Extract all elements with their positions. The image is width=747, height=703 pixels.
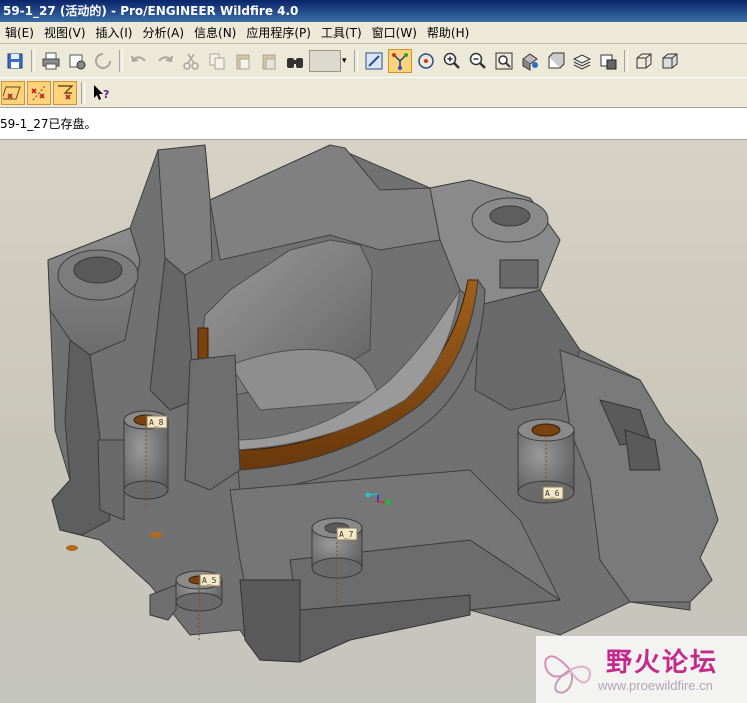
undo-icon[interactable] xyxy=(127,49,151,73)
main-toolbar: ▾ xyxy=(0,44,747,78)
axis-tag-a7: A_7 xyxy=(339,530,354,539)
menu-applications[interactable]: 应用程序(P) xyxy=(241,24,316,41)
orient-icon[interactable] xyxy=(414,49,438,73)
watermark: 野火论坛 www.proewildfire.cn xyxy=(536,636,747,703)
select-box[interactable] xyxy=(309,49,341,72)
find-icon[interactable] xyxy=(283,49,307,73)
3d-model-view[interactable]: A_8 A_6 A_7 A_5 xyxy=(0,140,747,703)
paste-special-icon[interactable] xyxy=(257,49,281,73)
refit-icon[interactable] xyxy=(492,49,516,73)
layers-icon[interactable] xyxy=(570,49,594,73)
svg-text:?: ? xyxy=(103,88,109,101)
spin-center-icon[interactable] xyxy=(387,48,412,73)
boss-a6[interactable]: A_6 xyxy=(517,418,575,505)
repaint-icon[interactable] xyxy=(362,49,386,73)
axis-tag-a6: A_6 xyxy=(545,489,560,498)
view-manager-icon[interactable] xyxy=(518,49,542,73)
saved-views-icon[interactable] xyxy=(544,49,568,73)
part-body[interactable] xyxy=(47,144,719,663)
butterfly-logo-icon xyxy=(544,655,591,694)
datum-planes-icon[interactable] xyxy=(1,80,25,105)
copy-icon[interactable] xyxy=(205,49,229,73)
axis-tag-a5: A_5 xyxy=(202,576,217,585)
menu-window[interactable]: 窗口(W) xyxy=(367,24,422,41)
refresh-icon[interactable] xyxy=(91,49,115,73)
menu-bar: 辑(E) 视图(V) 插入(I) 分析(A) 信息(N) 应用程序(P) 工具(… xyxy=(0,22,747,44)
toolbar-separator xyxy=(81,81,85,104)
paste-icon[interactable] xyxy=(231,49,255,73)
axis-tag-a8: A_8 xyxy=(149,418,164,427)
menu-analysis[interactable]: 分析(A) xyxy=(137,24,189,41)
model-display-icon[interactable] xyxy=(596,49,620,73)
menu-edit[interactable]: 辑(E) xyxy=(0,24,39,41)
toolbar-separator xyxy=(353,49,358,72)
zoom-in-icon[interactable] xyxy=(440,49,464,73)
send-icon[interactable] xyxy=(65,49,89,73)
menu-help[interactable]: 帮助(H) xyxy=(422,24,474,41)
cut-icon[interactable] xyxy=(179,49,203,73)
status-message: 59-1_27已存盘。 xyxy=(0,117,97,131)
datum-axes-icon[interactable] xyxy=(27,80,51,105)
whats-this-icon[interactable]: ? xyxy=(89,81,113,105)
zoom-out-icon[interactable] xyxy=(466,49,490,73)
graphics-window[interactable]: A_8 A_6 A_7 A_5 xyxy=(0,140,747,703)
shaded-icon[interactable] xyxy=(658,49,682,73)
chevron-down-icon[interactable]: ▾ xyxy=(342,56,347,66)
menu-insert[interactable]: 插入(I) xyxy=(91,24,138,41)
menu-info[interactable]: 信息(N) xyxy=(189,24,241,41)
menu-tools[interactable]: 工具(T) xyxy=(316,24,367,41)
datum-points-icon[interactable] xyxy=(53,80,77,105)
menu-view[interactable]: 视图(V) xyxy=(39,24,91,41)
save-icon[interactable] xyxy=(3,49,27,73)
watermark-title: 野火论坛 xyxy=(606,648,719,678)
toolbar-separator xyxy=(623,49,628,72)
redo-icon[interactable] xyxy=(153,49,177,73)
message-area: 59-1_27已存盘。 xyxy=(0,108,747,140)
secondary-toolbar: ? xyxy=(0,78,747,108)
print-icon[interactable] xyxy=(39,49,63,73)
watermark-url: www.proewildfire.cn xyxy=(598,678,713,693)
toolbar-separator xyxy=(119,49,123,72)
wireframe-icon[interactable] xyxy=(632,49,656,73)
window-title: 59-1_27 (活动的) - Pro/ENGINEER Wildfire 4.… xyxy=(0,0,747,22)
toolbar-separator xyxy=(31,49,35,72)
